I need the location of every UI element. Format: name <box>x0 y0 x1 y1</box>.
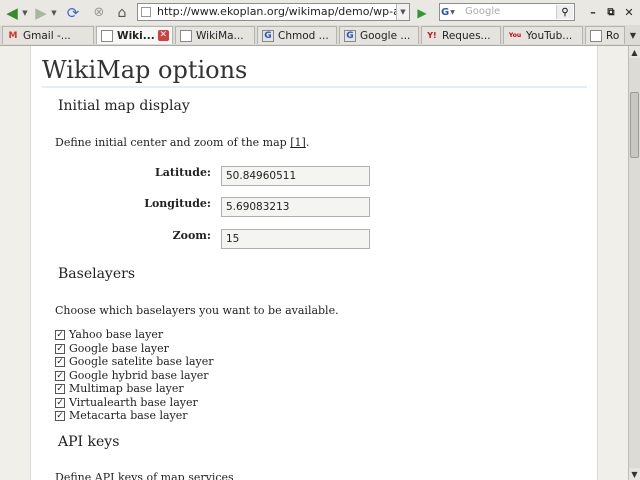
checkbox-metacarta[interactable]: ✓ Metacarta base layer <box>55 409 188 422</box>
checkbox-yahoo[interactable]: ✓ Yahoo base layer <box>55 328 163 341</box>
search-box[interactable]: G ▼ Google ⚲ <box>439 3 575 21</box>
checkbox-multimap[interactable]: ✓ Multimap base layer <box>55 382 184 395</box>
back-dropdown-icon[interactable]: ▼ <box>21 4 29 21</box>
youtube-icon: You <box>508 32 522 39</box>
tab-label: Reques... <box>442 29 491 42</box>
gmail-icon: M <box>8 30 18 41</box>
checkbox-check-icon[interactable]: ✓ <box>55 410 65 421</box>
tab-label: Google ... <box>360 29 411 42</box>
longitude-label: Longitude: <box>144 197 211 210</box>
checkbox-virtualearth[interactable]: ✓ Virtualearth base layer <box>55 396 198 409</box>
restore-button[interactable]: ⧉ <box>604 6 618 19</box>
page-content: WikiMap options Initial map display Defi… <box>30 46 598 480</box>
page-icon <box>141 7 151 17</box>
vertical-scrollbar[interactable]: ▲ ▼ <box>628 46 640 480</box>
zoom-label: Zoom: <box>172 229 211 242</box>
page-icon <box>101 29 113 42</box>
google-icon: G <box>441 6 450 18</box>
forward-button[interactable]: ▶ <box>32 4 50 22</box>
checkbox-label: Google base layer <box>69 342 169 355</box>
search-engine-selector[interactable]: G ▼ <box>441 5 461 19</box>
minimize-button[interactable]: – <box>586 6 600 19</box>
back-button[interactable]: ◀ <box>3 4 21 22</box>
tab-list-icon[interactable]: ▼ <box>627 28 639 43</box>
checkbox-google-hybrid[interactable]: ✓ Google hybrid base layer <box>55 369 209 382</box>
checkbox-check-icon[interactable]: ✓ <box>55 329 65 340</box>
scroll-down-icon[interactable]: ▼ <box>629 468 640 480</box>
page-viewport: WikiMap options Initial map display Defi… <box>0 46 628 480</box>
zoom-input[interactable]: 15 <box>221 229 370 249</box>
google-icon: G <box>344 29 356 42</box>
go-button[interactable]: ▶ <box>413 4 431 21</box>
baselayers-description: Choose which baselayers you want to be a… <box>55 304 339 317</box>
scrollbar-thumb[interactable] <box>630 92 639 158</box>
page-icon <box>590 29 602 42</box>
checkbox-check-icon[interactable]: ✓ <box>55 383 65 394</box>
section-heading-api-keys: API keys <box>58 434 120 450</box>
checkbox-check-icon[interactable]: ✓ <box>55 397 65 408</box>
search-input[interactable]: Google <box>465 6 500 17</box>
tab-wikimap[interactable]: WikiMa... <box>175 26 255 44</box>
url-bar[interactable]: http://www.ekoplan.org/wikimap/demo/wp-a… <box>137 3 410 21</box>
page-icon <box>180 29 192 42</box>
yahoo-icon: Y! <box>427 31 437 40</box>
tab-label: Chmod ... <box>278 29 329 42</box>
tab-label: Gmail -... <box>23 29 71 42</box>
scroll-up-icon[interactable]: ▲ <box>629 46 640 58</box>
section-heading-baselayers: Baselayers <box>58 266 135 282</box>
latitude-input[interactable]: 50.84960511 <box>221 166 370 186</box>
url-text[interactable]: http://www.ekoplan.org/wikimap/demo/wp-a… <box>157 5 397 18</box>
checkbox-label: Yahoo base layer <box>69 328 164 341</box>
tab-label: Ro <box>606 29 620 42</box>
initial-description: Define initial center and zoom of the ma… <box>55 136 309 149</box>
search-icon[interactable]: ⚲ <box>556 5 573 19</box>
tab-gmail[interactable]: M Gmail -... <box>2 26 94 44</box>
tab-chmod[interactable]: G Chmod ... <box>257 26 337 44</box>
description-text: Define initial center and zoom of the ma… <box>55 136 291 149</box>
checkbox-label: Metacarta base layer <box>69 409 188 422</box>
checkbox-label: Virtualearth base layer <box>69 396 198 409</box>
api-description: Define API keys of map services <box>55 471 234 480</box>
tab-google[interactable]: G Google ... <box>339 26 419 44</box>
stop-button[interactable]: ⊗ <box>90 4 108 21</box>
checkbox-check-icon[interactable]: ✓ <box>55 356 65 367</box>
tab-label: YouTub... <box>526 29 573 42</box>
tab-youtube[interactable]: You YouTub... <box>503 26 583 44</box>
navigation-toolbar: ◀ ▼ ▶ ▼ ⟳ ⊗ ⌂ http://www.ekoplan.org/wik… <box>0 0 640 26</box>
checkbox-google[interactable]: ✓ Google base layer <box>55 342 169 355</box>
url-history-dropdown-icon[interactable]: ▼ <box>396 4 409 20</box>
title-divider <box>42 86 587 88</box>
forward-dropdown-icon[interactable]: ▼ <box>50 4 58 21</box>
description-end: . <box>305 136 310 149</box>
tab-label: Wiki... <box>117 29 155 42</box>
tab-requests[interactable]: Y! Reques... <box>421 26 501 44</box>
checkbox-label: Google hybrid base layer <box>69 369 209 382</box>
home-button[interactable]: ⌂ <box>113 4 131 21</box>
tab-wikimap-options[interactable]: Wiki... ✕ <box>96 26 173 44</box>
page-title: WikiMap options <box>42 56 248 84</box>
latitude-label: Latitude: <box>155 166 211 179</box>
close-window-button[interactable]: ✕ <box>622 6 636 19</box>
close-tab-icon[interactable]: ✕ <box>157 30 169 41</box>
longitude-input[interactable]: 5.69083213 <box>221 197 370 217</box>
checkbox-google-satelite[interactable]: ✓ Google satelite base layer <box>55 355 214 368</box>
reference-link[interactable]: [1] <box>290 136 306 149</box>
reload-button[interactable]: ⟳ <box>64 4 82 22</box>
checkbox-label: Multimap base layer <box>69 382 184 395</box>
checkbox-check-icon[interactable]: ✓ <box>55 343 65 354</box>
google-icon: G <box>262 29 274 42</box>
tab-strip: M Gmail -... Wiki... ✕ WikiMa... G Chmod… <box>0 25 640 46</box>
section-heading-initial: Initial map display <box>58 98 190 114</box>
tab-label: WikiMa... <box>196 29 244 42</box>
checkbox-label: Google satelite base layer <box>69 355 214 368</box>
tab-ro[interactable]: Ro <box>585 26 625 44</box>
checkbox-check-icon[interactable]: ✓ <box>55 370 65 381</box>
